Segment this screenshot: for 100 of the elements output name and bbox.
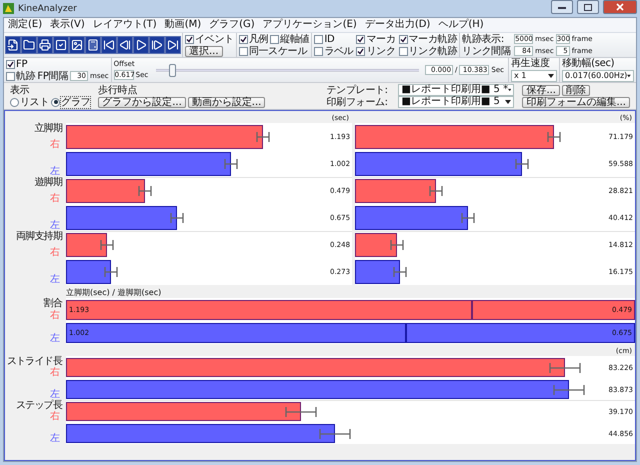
- minimize-button[interactable]: [551, 0, 573, 14]
- close-button[interactable]: [603, 0, 637, 14]
- menu-item[interactable]: レイアウト(T): [92, 19, 157, 31]
- checkbox[interactable]: [238, 34, 248, 44]
- toolbar-button[interactable]: [37, 36, 53, 54]
- toolbar-button[interactable]: [133, 36, 149, 54]
- checkbox[interactable]: [6, 60, 15, 68]
- step-dropdown[interactable]: 0.017(60.00Hz): [562, 70, 634, 82]
- checkbox[interactable]: [238, 46, 248, 56]
- menu-item[interactable]: 測定(E): [8, 19, 42, 31]
- error-bar: [428, 186, 443, 196]
- side-label: 右: [50, 310, 60, 321]
- checkbox-label: マーカ: [366, 34, 396, 44]
- menu-item[interactable]: アプリケーション(E): [262, 19, 357, 31]
- set-button[interactable]: グラフから設定...: [98, 96, 186, 108]
- printer-icon: [39, 39, 51, 51]
- toolbar-button[interactable]: [101, 36, 117, 54]
- report-button[interactable]: 保存...: [522, 84, 560, 96]
- toolbar-button[interactable]: [149, 36, 165, 54]
- group-label: 遊脚期: [34, 177, 62, 188]
- toolbar-button[interactable]: [85, 36, 101, 54]
- group-title: 表示: [10, 84, 30, 96]
- error-bar: [224, 159, 238, 169]
- side-label: 左: [50, 220, 60, 231]
- checkbox[interactable]: [314, 34, 324, 44]
- document-arrow-icon: [7, 39, 19, 51]
- side-label: 左: [50, 433, 60, 444]
- checkbox[interactable]: [398, 34, 408, 44]
- checkbox[interactable]: [398, 46, 408, 56]
- menu-item[interactable]: ヘルプ(H): [438, 19, 484, 31]
- side-label: 左: [50, 166, 60, 177]
- checkbox[interactable]: [356, 46, 366, 56]
- radio-label: グラフ: [61, 96, 90, 108]
- speed-label: 再生速度: [511, 58, 551, 69]
- checkbox-label: リンク: [366, 46, 396, 56]
- error-bar: [390, 240, 404, 250]
- group-label: 立脚期: [34, 123, 62, 134]
- error-bar: [553, 384, 586, 394]
- side-label: 右: [50, 367, 60, 378]
- checkbox-label: マーカ軌跡: [408, 34, 458, 44]
- error-bar: [138, 186, 152, 196]
- caret-icon: [548, 74, 554, 78]
- toolbar-button[interactable]: [117, 36, 133, 54]
- maximize-button[interactable]: [577, 0, 599, 14]
- checkbox-label: ラベル: [324, 46, 354, 56]
- radio-button[interactable]: [51, 98, 60, 106]
- group-label: ステップ長: [16, 400, 62, 411]
- error-bar: [547, 132, 562, 142]
- calculator-icon: [87, 39, 99, 51]
- caret-icon: [508, 88, 512, 92]
- report-button[interactable]: 印刷フォームの編集...: [522, 96, 630, 108]
- radio-button[interactable]: [10, 98, 19, 106]
- error-bar: [104, 267, 118, 277]
- field-label: テンプレート:: [326, 84, 389, 96]
- menu-item[interactable]: 動画(M): [164, 19, 202, 31]
- window-title: KineAnalyzer: [18, 4, 78, 14]
- side-label: 右: [50, 193, 60, 204]
- radio-label: リスト: [20, 96, 50, 108]
- form-dropdown[interactable]: ■レポート印刷用■ 5: [398, 96, 514, 108]
- side-label: 左: [50, 274, 60, 285]
- template-dropdown[interactable]: ■レポート印刷用■ 5 *: [398, 84, 514, 96]
- skip-start-icon: [103, 39, 115, 51]
- group-label: ストライド長: [6, 356, 62, 367]
- toolbar-button[interactable]: [165, 36, 181, 54]
- error-bar: [100, 240, 114, 250]
- caret-icon: [505, 100, 512, 104]
- toolbar-button[interactable]: [21, 36, 37, 54]
- select-button[interactable]: 選択...: [185, 46, 223, 56]
- set-button[interactable]: 動画から設定...: [188, 96, 266, 108]
- app-icon: [3, 3, 14, 14]
- maximize-icon: [584, 4, 592, 10]
- checkbox-icon: [55, 39, 67, 51]
- checkbox-label: ID: [324, 34, 334, 44]
- checkbox[interactable]: [185, 34, 194, 44]
- checkbox[interactable]: [270, 34, 280, 44]
- checkbox-label: FP: [16, 58, 28, 70]
- slider-thumb[interactable]: [169, 64, 176, 76]
- checkbox[interactable]: [356, 34, 366, 44]
- menu-item[interactable]: 表示(V): [50, 19, 85, 31]
- menu-item[interactable]: データ出力(D): [364, 19, 430, 31]
- picture-icon: [71, 39, 83, 51]
- side-label: 右: [50, 247, 60, 258]
- error-bar: [549, 362, 582, 372]
- checkbox-label: 軌跡: [16, 70, 36, 82]
- step-forward-icon: [151, 39, 163, 51]
- toolbar-button[interactable]: [53, 36, 69, 54]
- checkbox[interactable]: [314, 46, 324, 56]
- menu-item[interactable]: グラフ(G): [209, 19, 255, 31]
- error-bar: [393, 267, 408, 277]
- skip-end-icon: [167, 39, 179, 51]
- field-label: リンク間隔: [462, 46, 511, 56]
- toolbar-button[interactable]: [5, 36, 21, 54]
- side-label: 左: [50, 389, 60, 400]
- checkbox[interactable]: [6, 72, 15, 80]
- checkbox-label: 凡例: [248, 34, 268, 44]
- speed-dropdown[interactable]: x 1: [511, 70, 557, 82]
- step-label: 移動幅(sec): [562, 58, 616, 69]
- checkbox-label: 同一スケール: [248, 46, 308, 56]
- report-button[interactable]: 削除: [562, 84, 590, 96]
- toolbar-button[interactable]: [69, 36, 85, 54]
